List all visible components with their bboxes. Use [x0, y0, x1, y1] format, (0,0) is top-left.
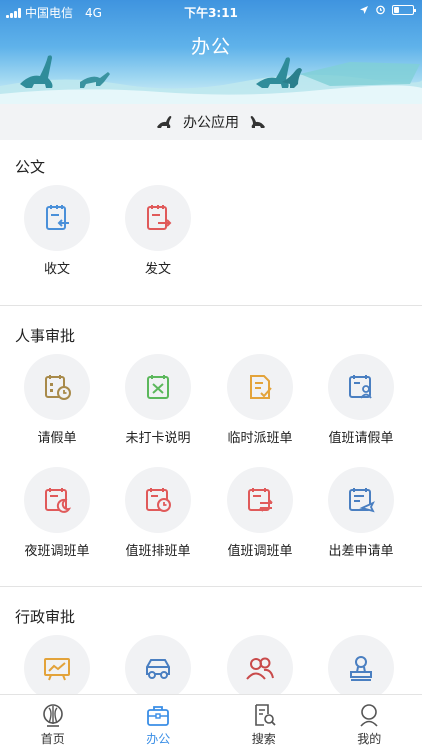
tab-search[interactable]: 搜索 — [211, 695, 317, 750]
night-shift-icon — [45, 488, 72, 513]
dinosaur-left-icon — [157, 116, 172, 128]
section-divider — [0, 586, 422, 587]
profile-icon — [360, 704, 378, 727]
location-icon — [360, 5, 368, 14]
app-label: 发文 — [144, 262, 171, 277]
app-duty-adjust[interactable]: 值班调班单 — [210, 467, 310, 559]
tab-home[interactable]: 首页 — [0, 695, 106, 750]
presentation-icon — [44, 658, 70, 681]
app-label: 临时派班单 — [227, 431, 293, 446]
app-admin-vehicle[interactable] — [108, 635, 208, 701]
send-document-icon — [147, 205, 172, 230]
business-trip-icon — [349, 488, 375, 513]
dinosaur-right-icon — [250, 116, 265, 128]
home-icon — [42, 704, 63, 727]
section-divider — [0, 305, 422, 306]
app-receive-document[interactable]: 收文 — [7, 185, 107, 277]
search-document-icon — [254, 704, 276, 726]
alarm-icon — [376, 5, 385, 15]
app-night-shift-adjust[interactable]: 夜班调班单 — [7, 467, 107, 559]
section-title-hr-approval: 人事审批 — [15, 327, 76, 345]
app-duty-leave[interactable]: 值班请假单 — [311, 354, 411, 446]
app-label: 值班调班单 — [227, 544, 293, 559]
section-title-admin-approval: 行政审批 — [15, 608, 76, 626]
tab-office[interactable]: 办公 — [106, 695, 212, 750]
users-icon — [246, 657, 274, 680]
tab-profile[interactable]: 我的 — [317, 695, 422, 750]
app-label: 收文 — [43, 262, 70, 277]
app-duty-schedule[interactable]: 值班排班单 — [108, 467, 208, 559]
battery-icon — [392, 4, 416, 15]
receive-document-icon — [46, 205, 69, 230]
tab-label: 搜索 — [251, 732, 276, 746]
app-temp-shift[interactable]: 临时派班单 — [210, 354, 310, 446]
app-label: 未打卡说明 — [125, 431, 191, 446]
seal-icon — [350, 656, 372, 681]
app-label: 值班排班单 — [125, 544, 191, 559]
bottom-tab-bar: 首页 办公 搜索 我的 — [0, 694, 422, 750]
app-business-trip[interactable]: 出差申请单 — [311, 467, 411, 559]
status-bar: 中国电信 4G 下午3:11 — [0, 0, 422, 22]
app-admin-seal[interactable] — [311, 635, 411, 701]
app-label: 出差申请单 — [328, 544, 394, 559]
duty-schedule-icon — [146, 488, 171, 512]
app-admin-presentation[interactable] — [7, 635, 107, 701]
tab-label: 我的 — [357, 732, 382, 746]
leave-calendar-icon — [45, 375, 71, 400]
section-banner-title: 办公应用 — [183, 115, 239, 131]
app-label: 值班请假单 — [328, 431, 394, 446]
briefcase-icon — [147, 706, 170, 726]
duty-adjust-icon — [248, 488, 273, 512]
app-leave-request[interactable]: 请假单 — [7, 354, 107, 446]
duty-leave-icon — [349, 375, 372, 399]
vehicle-icon — [146, 659, 170, 679]
temp-shift-icon — [250, 375, 272, 399]
section-banner: 办公应用 — [0, 104, 422, 140]
app-admin-users[interactable] — [210, 635, 310, 701]
app-label: 夜班调班单 — [24, 544, 90, 559]
missed-clock-in-icon — [147, 375, 169, 399]
app-label: 请假单 — [37, 431, 77, 446]
tab-label: 办公 — [146, 732, 171, 746]
tab-label: 首页 — [40, 732, 65, 746]
app-header: 中国电信 4G 下午3:11 办公 — [0, 0, 422, 104]
app-missed-clock-in[interactable]: 未打卡说明 — [108, 354, 208, 446]
app-send-document[interactable]: 发文 — [108, 185, 208, 277]
section-title-documents: 公文 — [15, 158, 46, 176]
dinosaur-banner-illustration — [0, 55, 422, 104]
